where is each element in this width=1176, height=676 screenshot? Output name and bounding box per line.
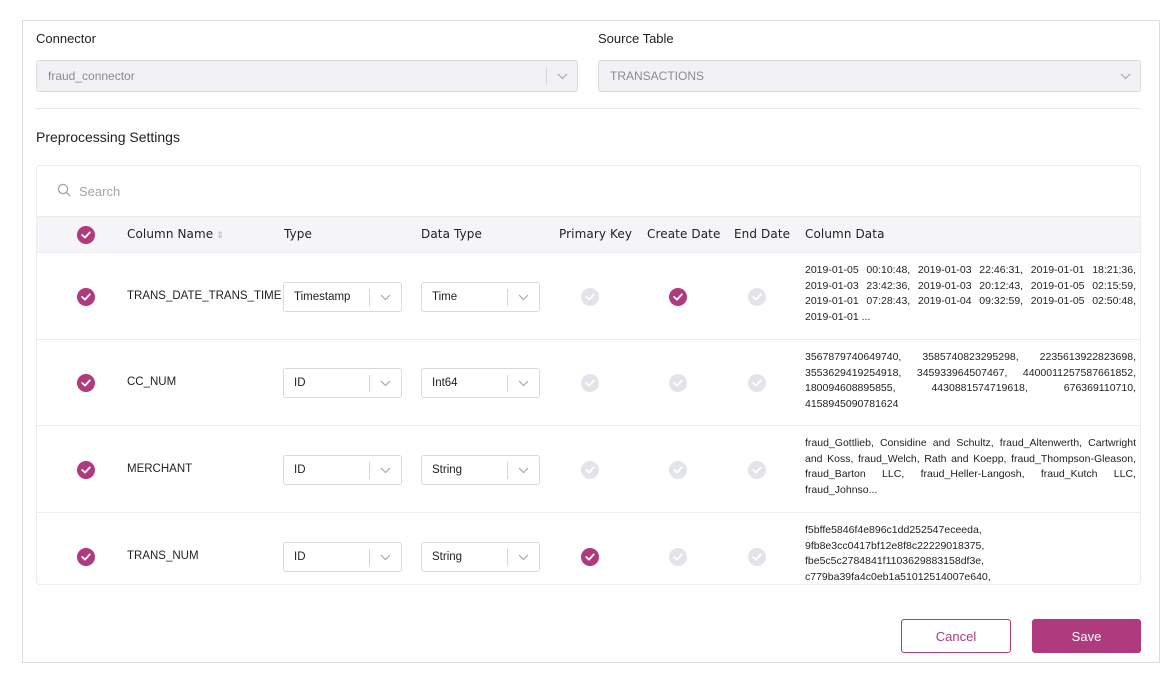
- row-select-checkbox[interactable]: [77, 461, 95, 479]
- data-type-select[interactable]: Time: [421, 282, 540, 312]
- source-table-value: TRANSACTIONS: [610, 69, 705, 83]
- type-value: ID: [294, 377, 306, 389]
- chevron-down-icon: [370, 554, 401, 561]
- source-table-label: Source Table: [598, 31, 674, 46]
- data-type-value: String: [432, 551, 463, 563]
- end-date-checkbox[interactable]: [748, 461, 766, 479]
- column-data-preview: 2019-01-05 00:10:48, 2019-01-03 22:46:31…: [805, 264, 1136, 323]
- create-date-checkbox[interactable]: [669, 461, 687, 479]
- header-column-name-label: Column Name: [127, 227, 214, 241]
- type-select[interactable]: ID: [283, 455, 402, 485]
- search-icon: [57, 183, 71, 200]
- data-type-select[interactable]: Int64: [421, 368, 540, 398]
- search-input[interactable]: Search: [79, 184, 120, 199]
- header-column-data: Column Data: [805, 227, 885, 241]
- chevron-down-icon: [547, 73, 577, 80]
- data-type-value: Time: [432, 291, 458, 303]
- type-select[interactable]: ID: [283, 368, 402, 398]
- chevron-down-icon: [508, 554, 539, 561]
- end-date-checkbox[interactable]: [748, 288, 766, 306]
- create-date-checkbox[interactable]: [669, 548, 687, 566]
- header-data-type: Data Type: [421, 227, 482, 241]
- header-type: Type: [284, 227, 312, 241]
- table-header: Column Name ⇕ Type Data Type Primary Key …: [37, 216, 1140, 253]
- primary-key-checkbox[interactable]: [581, 288, 599, 306]
- header-column-name[interactable]: Column Name ⇕: [127, 217, 224, 252]
- type-select[interactable]: Timestamp: [283, 282, 402, 312]
- data-type-value: String: [432, 464, 463, 476]
- connector-value: fraud_connector: [48, 69, 135, 83]
- header-end-date: End Date: [734, 227, 791, 241]
- column-data-preview: 3567879740649740, 3585740823295298, 2235…: [805, 351, 1136, 410]
- chevron-down-icon: [370, 467, 401, 474]
- chevron-down-icon: [508, 380, 539, 387]
- column-name: MERCHANT: [127, 463, 193, 475]
- column-name: CC_NUM: [127, 376, 177, 388]
- connector-select[interactable]: fraud_connector: [36, 60, 578, 92]
- create-date-checkbox[interactable]: [669, 288, 687, 306]
- type-select[interactable]: ID: [283, 542, 402, 572]
- data-type-select[interactable]: String: [421, 455, 540, 485]
- end-date-checkbox[interactable]: [748, 548, 766, 566]
- sort-icon[interactable]: ⇕: [216, 231, 224, 241]
- select-all-checkbox[interactable]: [77, 226, 95, 244]
- column-data-preview: fraud_Gottlieb, Considine and Schultz, f…: [805, 437, 1136, 496]
- header-create-date: Create Date: [647, 227, 721, 241]
- table-row[interactable]: CC_NUM ID Int64 3567879740649740, 358574082…: [37, 340, 1140, 426]
- row-select-checkbox[interactable]: [77, 288, 95, 306]
- table-row[interactable]: TRANS_DATE_TRANS_TIME Timestamp Time 2019-0…: [37, 253, 1140, 340]
- row-select-checkbox[interactable]: [77, 548, 95, 566]
- column-data-preview: f5bffe5846f4e896c1dd252547eceeda, 9fb8e3…: [805, 524, 991, 583]
- search-bar[interactable]: Search: [37, 166, 1140, 216]
- chevron-down-icon: [1110, 73, 1140, 80]
- data-type-value: Int64: [432, 377, 458, 389]
- table-row[interactable]: TRANS_NUM ID String f5bffe5846f4e896c1dd252…: [37, 513, 1140, 584]
- primary-key-checkbox[interactable]: [581, 461, 599, 479]
- preprocessing-dialog: Connector fraud_connector Source Table T…: [22, 20, 1160, 663]
- chevron-down-icon: [370, 294, 401, 301]
- connector-label: Connector: [36, 31, 96, 46]
- source-table-select[interactable]: TRANSACTIONS: [598, 60, 1141, 92]
- row-select-checkbox[interactable]: [77, 374, 95, 392]
- table-body[interactable]: TRANS_DATE_TRANS_TIME Timestamp Time 2019-0…: [37, 253, 1140, 584]
- end-date-checkbox[interactable]: [748, 374, 766, 392]
- primary-key-checkbox[interactable]: [581, 374, 599, 392]
- primary-key-checkbox[interactable]: [581, 548, 599, 566]
- section-title: Preprocessing Settings: [36, 129, 180, 145]
- cancel-button[interactable]: Cancel: [901, 619, 1011, 653]
- table-row[interactable]: MERCHANT ID String fraud_Gottlieb, Considin…: [37, 426, 1140, 513]
- type-value: Timestamp: [294, 291, 351, 303]
- chevron-down-icon: [370, 380, 401, 387]
- type-value: ID: [294, 551, 306, 563]
- section-divider: [36, 108, 1141, 109]
- type-value: ID: [294, 464, 306, 476]
- create-date-checkbox[interactable]: [669, 374, 687, 392]
- columns-table: Search Column Name ⇕ Type Data Type Prima…: [36, 165, 1141, 585]
- header-primary-key: Primary Key: [559, 227, 633, 241]
- chevron-down-icon: [508, 294, 539, 301]
- save-button[interactable]: Save: [1032, 619, 1141, 653]
- column-name: TRANS_DATE_TRANS_TIME: [127, 290, 282, 302]
- data-type-select[interactable]: String: [421, 542, 540, 572]
- chevron-down-icon: [508, 467, 539, 474]
- column-name: TRANS_NUM: [127, 550, 199, 562]
